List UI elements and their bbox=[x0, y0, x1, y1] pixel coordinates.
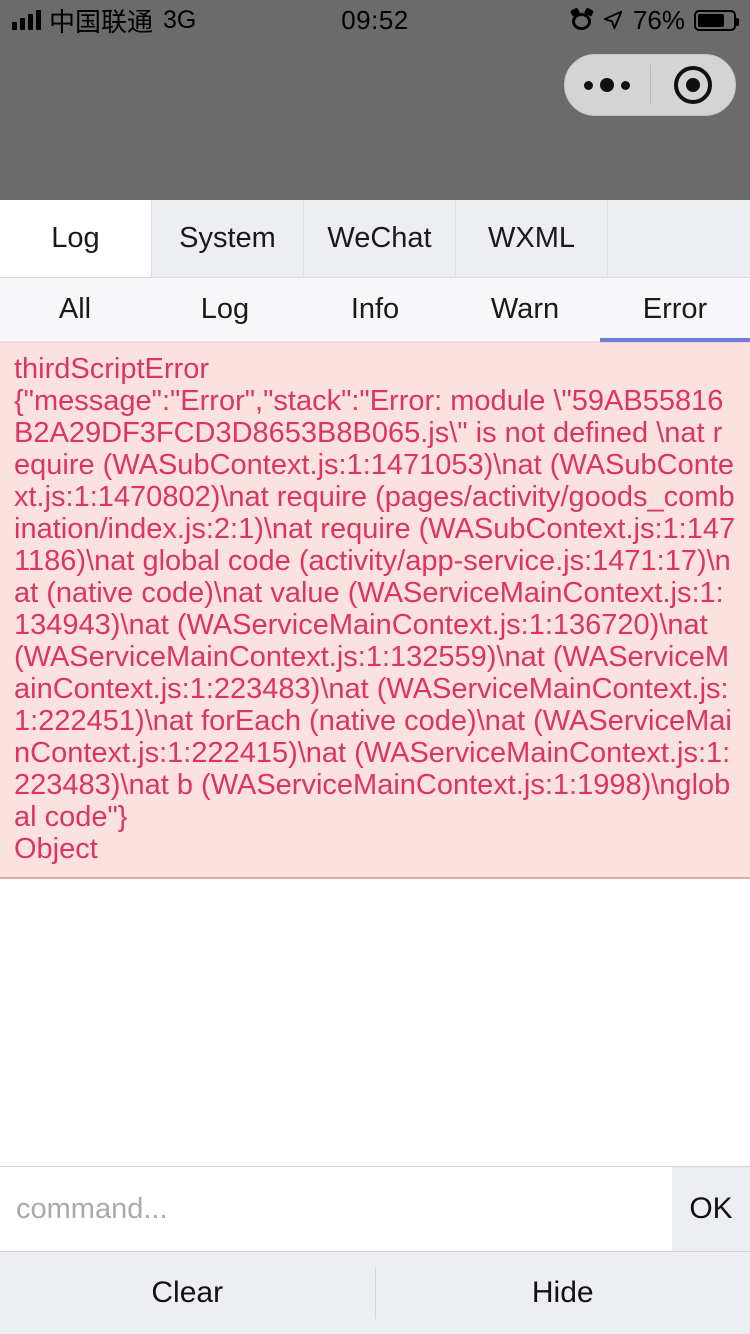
status-bar: 中国联通 3G 09:52 76% bbox=[0, 0, 750, 40]
tab-bar-filler bbox=[608, 200, 750, 277]
filter-log[interactable]: Log bbox=[150, 278, 300, 341]
more-dots-icon bbox=[584, 78, 631, 92]
filter-info[interactable]: Info bbox=[300, 278, 450, 341]
filter-error[interactable]: Error bbox=[600, 278, 750, 342]
clear-button-label: Clear bbox=[151, 1276, 224, 1309]
log-entry-detail: {"message":"Error","stack":"Error: modul… bbox=[14, 385, 736, 865]
clear-button[interactable]: Clear bbox=[0, 1252, 375, 1334]
target-circle-icon bbox=[673, 66, 712, 104]
ok-button-label: OK bbox=[689, 1192, 733, 1225]
status-bar-right: 76% bbox=[570, 4, 739, 36]
filter-all[interactable]: All bbox=[0, 278, 150, 341]
filter-error-label: Error bbox=[642, 293, 708, 325]
network-type-label: 3G bbox=[163, 5, 197, 34]
log-entry-level: thirdScriptError bbox=[14, 353, 209, 385]
nav-bar bbox=[0, 40, 750, 200]
signal-bars-icon bbox=[12, 10, 41, 30]
filter-warn-label: Warn bbox=[490, 293, 560, 325]
log-output-area[interactable]: thirdScriptError {"message":"Error","sta… bbox=[0, 342, 750, 1166]
location-arrow-icon bbox=[603, 10, 623, 30]
log-entry-error[interactable]: thirdScriptError {"message":"Error","sta… bbox=[0, 342, 750, 879]
log-filter-bar: All Log Info Warn Error bbox=[0, 278, 750, 342]
hide-button[interactable]: Hide bbox=[376, 1252, 750, 1334]
tab-log-label: Log bbox=[51, 222, 100, 254]
status-bar-left: 中国联通 3G bbox=[12, 2, 196, 39]
hide-button-label: Hide bbox=[531, 1276, 594, 1309]
ok-button[interactable]: OK bbox=[672, 1167, 750, 1251]
tab-wxml-label: WXML bbox=[488, 222, 575, 254]
console-footer: Clear Hide bbox=[0, 1252, 750, 1334]
tab-wxml[interactable]: WXML bbox=[456, 200, 608, 277]
filter-warn[interactable]: Warn bbox=[450, 278, 600, 341]
filter-info-label: Info bbox=[350, 293, 400, 325]
battery-percent-label: 76% bbox=[632, 4, 685, 35]
capsule-menu[interactable] bbox=[564, 54, 736, 116]
tab-log[interactable]: Log bbox=[0, 200, 152, 277]
tab-system-label: System bbox=[179, 222, 276, 254]
carrier-label: 中国联通 bbox=[49, 6, 154, 37]
battery-icon bbox=[694, 9, 739, 31]
tab-wechat-label: WeChat bbox=[327, 222, 432, 254]
filter-log-label: Log bbox=[200, 293, 250, 325]
tab-wechat[interactable]: WeChat bbox=[304, 200, 456, 277]
filter-all-label: All bbox=[58, 293, 92, 325]
alarm-clock-icon bbox=[570, 7, 594, 31]
console-tab-bar: Log System WeChat WXML bbox=[0, 200, 750, 278]
close-button[interactable] bbox=[651, 55, 736, 115]
tab-system[interactable]: System bbox=[152, 200, 304, 277]
command-input[interactable] bbox=[0, 1167, 672, 1251]
devtools-console-screen: 中国联通 3G 09:52 76% Log System WeChat WXML… bbox=[0, 0, 750, 1334]
more-button[interactable] bbox=[565, 55, 650, 115]
command-bar: OK bbox=[0, 1166, 750, 1252]
